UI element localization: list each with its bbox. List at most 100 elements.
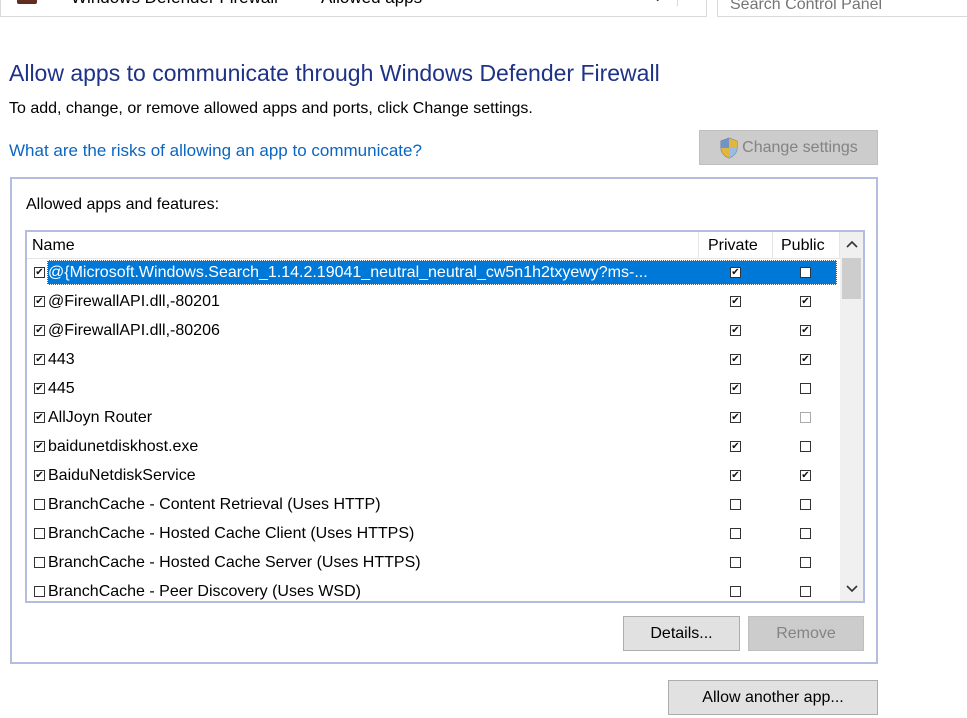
control-panel-icon xyxy=(17,0,37,4)
table-row[interactable]: ✔ @FirewallAPI.dll,-80201 ✔ ✔ xyxy=(27,287,840,316)
chevron-right-icon[interactable]: › xyxy=(295,0,300,5)
breadcrumb-overflow-icon[interactable]: « xyxy=(47,0,56,6)
breadcrumb-firewall[interactable]: Windows Defender Firewall xyxy=(71,0,278,8)
column-divider[interactable] xyxy=(698,232,699,258)
vertical-scrollbar[interactable] xyxy=(840,232,863,601)
enabled-checkbox[interactable]: ✔ xyxy=(34,441,45,452)
table-row[interactable]: ✔ @FirewallAPI.dll,-80206 ✔ ✔ xyxy=(27,316,840,345)
row-name-wrap: BranchCache - Content Retrieval (Uses HT… xyxy=(47,492,837,517)
private-checkbox[interactable]: ✔ xyxy=(730,383,741,394)
public-checkbox[interactable] xyxy=(800,412,811,423)
allowed-apps-list[interactable]: Name Private Public ✔ @{Microsoft.Windows… xyxy=(25,230,865,603)
enabled-checkbox[interactable] xyxy=(34,586,45,597)
breadcrumb-allowed-apps[interactable]: Allowed apps xyxy=(321,0,422,8)
address-bar[interactable]: « Windows Defender Firewall › Allowed ap… xyxy=(0,0,707,17)
app-name: @FirewallAPI.dll,-80206 xyxy=(48,321,220,339)
table-row[interactable]: ✔ @{Microsoft.Windows.Search_1.14.2.19041… xyxy=(27,258,840,287)
row-name-cell[interactable]: BranchCache - Peer Discovery (Uses WSD) xyxy=(27,579,839,601)
table-row[interactable]: ✔ AllJoyn Router ✔ xyxy=(27,403,840,432)
risks-link[interactable]: What are the risks of allowing an app to… xyxy=(9,141,422,161)
enabled-checkbox[interactable]: ✔ xyxy=(34,354,45,365)
search-input[interactable] xyxy=(728,0,967,15)
table-row[interactable]: ✔ baidunetdiskhost.exe ✔ xyxy=(27,432,840,461)
public-checkbox[interactable] xyxy=(800,441,811,452)
app-name: baidunetdiskhost.exe xyxy=(48,437,199,455)
private-checkbox[interactable]: ✔ xyxy=(730,412,741,423)
public-checkbox[interactable] xyxy=(800,383,811,394)
page-title: Allow apps to communicate through Window… xyxy=(9,60,660,86)
change-settings-button[interactable]: Change settings xyxy=(699,130,878,165)
column-header-public[interactable]: Public xyxy=(781,237,825,255)
private-checkbox[interactable] xyxy=(730,586,741,597)
public-checkbox[interactable] xyxy=(800,528,811,539)
public-checkbox[interactable]: ✔ xyxy=(800,354,811,365)
private-checkbox[interactable] xyxy=(730,528,741,539)
row-name-cell[interactable]: ✔ @{Microsoft.Windows.Search_1.14.2.19041… xyxy=(27,260,839,285)
private-checkbox[interactable] xyxy=(730,557,741,568)
private-checkbox[interactable]: ✔ xyxy=(730,296,741,307)
private-checkbox[interactable]: ✔ xyxy=(730,354,741,365)
row-name-cell[interactable]: ✔ baidunetdiskhost.exe ✔ xyxy=(27,434,839,459)
table-row[interactable]: BranchCache - Hosted Cache Server (Uses … xyxy=(27,548,840,577)
row-name-wrap: BranchCache - Hosted Cache Client (Uses … xyxy=(47,521,837,546)
table-row[interactable]: BranchCache - Peer Discovery (Uses WSD) xyxy=(27,577,840,601)
row-name-cell[interactable]: BranchCache - Content Retrieval (Uses HT… xyxy=(27,492,839,517)
app-name: BranchCache - Content Retrieval (Uses HT… xyxy=(48,495,381,513)
public-checkbox[interactable]: ✔ xyxy=(800,470,811,481)
row-name-cell[interactable]: ✔ AllJoyn Router ✔ xyxy=(27,405,839,430)
enabled-checkbox[interactable]: ✔ xyxy=(34,383,45,394)
private-checkbox[interactable]: ✔ xyxy=(730,441,741,452)
scroll-thumb[interactable] xyxy=(842,258,861,299)
row-name-cell[interactable]: ✔ BaiduNetdiskService ✔ ✔ xyxy=(27,463,839,488)
row-name-cell[interactable]: ✔ @FirewallAPI.dll,-80206 ✔ ✔ xyxy=(27,318,839,343)
enabled-checkbox[interactable] xyxy=(34,557,45,568)
column-header-name[interactable]: Name xyxy=(32,237,75,255)
app-name: @{Microsoft.Windows.Search_1.14.2.19041_… xyxy=(48,263,648,281)
row-name-cell[interactable]: ✔ 443 ✔ ✔ xyxy=(27,347,839,372)
row-name-cell[interactable]: BranchCache - Hosted Cache Server (Uses … xyxy=(27,550,839,575)
table-row[interactable]: ✔ BaiduNetdiskService ✔ ✔ xyxy=(27,461,840,490)
table-row[interactable]: ✔ 445 ✔ xyxy=(27,374,840,403)
enabled-checkbox[interactable]: ✔ xyxy=(34,470,45,481)
remove-button[interactable]: Remove xyxy=(748,616,864,651)
refresh-icon[interactable]: ↻ xyxy=(677,0,708,6)
chevron-down-icon[interactable]: ⌄ xyxy=(651,0,664,6)
public-checkbox[interactable] xyxy=(800,557,811,568)
private-checkbox[interactable]: ✔ xyxy=(730,267,741,278)
row-name-cell[interactable]: BranchCache - Hosted Cache Client (Uses … xyxy=(27,521,839,546)
row-name-wrap: 443 xyxy=(47,347,837,372)
table-row[interactable]: BranchCache - Hosted Cache Client (Uses … xyxy=(27,519,840,548)
private-checkbox[interactable]: ✔ xyxy=(730,325,741,336)
enabled-checkbox[interactable]: ✔ xyxy=(34,267,45,278)
details-button[interactable]: Details... xyxy=(623,616,740,651)
row-name-cell[interactable]: ✔ 445 ✔ xyxy=(27,376,839,401)
enabled-checkbox[interactable]: ✔ xyxy=(34,325,45,336)
column-header-private[interactable]: Private xyxy=(708,237,758,255)
public-checkbox[interactable] xyxy=(800,586,811,597)
uac-shield-icon xyxy=(720,137,738,158)
row-name-cell[interactable]: ✔ @FirewallAPI.dll,-80201 ✔ ✔ xyxy=(27,289,839,314)
table-row[interactable]: BranchCache - Content Retrieval (Uses HT… xyxy=(27,490,840,519)
row-name-wrap: baidunetdiskhost.exe xyxy=(47,434,837,459)
public-checkbox[interactable]: ✔ xyxy=(800,296,811,307)
public-checkbox[interactable] xyxy=(800,267,811,278)
enabled-checkbox[interactable] xyxy=(34,499,45,510)
change-settings-label: Change settings xyxy=(742,138,858,156)
row-name-wrap: BranchCache - Hosted Cache Server (Uses … xyxy=(47,550,837,575)
private-checkbox[interactable] xyxy=(730,499,741,510)
public-checkbox[interactable] xyxy=(800,499,811,510)
column-divider[interactable] xyxy=(772,232,773,258)
search-box[interactable] xyxy=(717,0,967,17)
table-row[interactable]: ✔ 443 ✔ ✔ xyxy=(27,345,840,374)
private-checkbox[interactable]: ✔ xyxy=(730,470,741,481)
allow-another-app-button[interactable]: Allow another app... xyxy=(668,680,878,715)
row-name-wrap: @FirewallAPI.dll,-80206 xyxy=(47,318,837,343)
enabled-checkbox[interactable]: ✔ xyxy=(34,296,45,307)
row-name-wrap: @{Microsoft.Windows.Search_1.14.2.19041_… xyxy=(47,260,837,285)
enabled-checkbox[interactable]: ✔ xyxy=(34,412,45,423)
scroll-up-icon[interactable] xyxy=(840,232,863,256)
scroll-down-icon[interactable] xyxy=(840,577,863,601)
public-checkbox[interactable]: ✔ xyxy=(800,325,811,336)
page-description: To add, change, or remove allowed apps a… xyxy=(9,100,533,117)
enabled-checkbox[interactable] xyxy=(34,528,45,539)
